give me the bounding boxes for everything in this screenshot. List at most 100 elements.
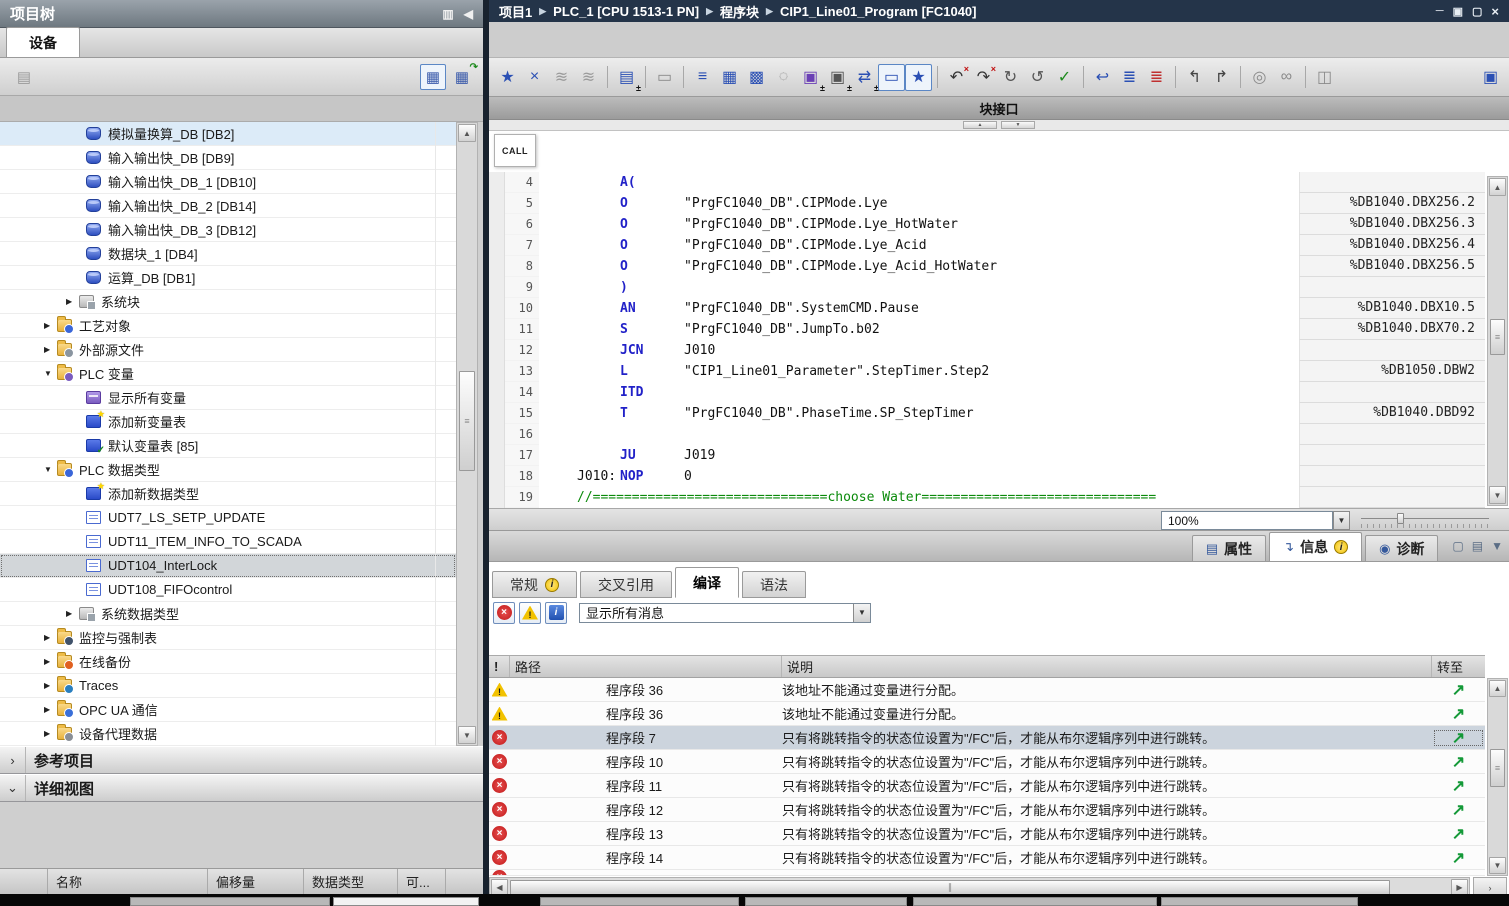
message-row[interactable]: × bbox=[489, 870, 1485, 876]
compare-icon[interactable]: ∞ bbox=[1273, 64, 1300, 91]
next-error-icon[interactable]: ↷× bbox=[970, 64, 997, 91]
code-line[interactable]: 9) bbox=[489, 277, 1485, 298]
code-line[interactable]: 14ITD bbox=[489, 382, 1485, 403]
code-line[interactable]: 6O"PrgFC1040_DB".CIPMode.Lye_HotWater%DB… bbox=[489, 214, 1485, 235]
swap-operands-icon[interactable]: ⇄± bbox=[851, 64, 878, 91]
zoom-slider-thumb[interactable] bbox=[1397, 513, 1404, 524]
editor-scrollbar[interactable]: ▲ ≡ ▼ bbox=[1487, 176, 1508, 506]
jump-forward-icon[interactable]: ↱ bbox=[1208, 64, 1235, 91]
scroll-up-icon[interactable]: ▲ bbox=[1489, 178, 1506, 196]
chevron-right-icon[interactable]: ▶ bbox=[44, 657, 57, 666]
chevron-right-icon[interactable]: ▶ bbox=[66, 297, 79, 306]
goto-arrow-icon[interactable]: ↗ bbox=[1432, 776, 1485, 796]
code-line[interactable]: 7O"PrgFC1040_DB".CIPMode.Lye_Acid%DB1040… bbox=[489, 235, 1485, 256]
message-row[interactable]: ×程序段 13只有将跳转指令的状态位设置为"/FC"后，才能从布尔逻辑序列中进行… bbox=[489, 822, 1485, 846]
code-line[interactable]: 18J010:NOP0 bbox=[489, 466, 1485, 487]
chevron-right-icon[interactable]: ▶ bbox=[44, 729, 57, 738]
details-col-name[interactable]: 名称 bbox=[48, 869, 208, 894]
breadcrumb-segment[interactable]: CIP1_Line01_Program [FC1040] bbox=[780, 4, 977, 19]
insert-block-gray-icon[interactable]: ▣± bbox=[824, 64, 851, 91]
float-panel-icon[interactable]: ▢ bbox=[1452, 539, 1463, 553]
code-line[interactable]: 19//==============================choose… bbox=[489, 487, 1485, 508]
network-overview-icon[interactable]: ≡ bbox=[689, 64, 716, 91]
comment-icon[interactable]: ◌ bbox=[770, 64, 797, 91]
message-row[interactable]: ×程序段 11只有将跳转指令的状态位设置为"/FC"后，才能从布尔逻辑序列中进行… bbox=[489, 774, 1485, 798]
reference-projects-section[interactable]: › 参考项目 bbox=[0, 746, 483, 774]
stl-code-editor[interactable]: CALL 4A(5O"PrgFC1040_DB".CIPMode.Lye%DB1… bbox=[489, 131, 1509, 508]
goto-arrow-icon[interactable]: ↗ bbox=[1432, 680, 1485, 700]
know-how-protection-icon[interactable]: ◫ bbox=[1311, 64, 1338, 91]
keep-result-icon[interactable]: ▭ bbox=[651, 64, 678, 91]
sync-block-icon[interactable]: ↺ bbox=[1024, 64, 1051, 91]
code-line[interactable]: 4A( bbox=[489, 172, 1485, 193]
table-scrollbar[interactable]: ▲ ≡ ▼ bbox=[1487, 678, 1508, 876]
tree-item[interactable]: ▶Traces bbox=[0, 674, 456, 698]
col-path[interactable]: 路径 bbox=[510, 656, 782, 677]
zoom-slider[interactable] bbox=[1361, 513, 1489, 528]
filter-errors-button[interactable]: × bbox=[493, 602, 515, 624]
block-interface-bar[interactable]: 块接口 bbox=[489, 97, 1509, 120]
chevron-right-icon[interactable]: ▶ bbox=[44, 681, 57, 690]
details-view-section[interactable]: ⌄ 详细视图 bbox=[0, 774, 483, 802]
tab-properties[interactable]: ▤ 属性 bbox=[1192, 535, 1266, 561]
monitor-on-icon[interactable]: ≣ bbox=[1116, 64, 1143, 91]
tree-item[interactable]: UDT7_LS_SETP_UPDATE bbox=[0, 506, 456, 530]
close-all-networks-icon[interactable]: ▩ bbox=[743, 64, 770, 91]
tree-item[interactable]: 运算_DB [DB1] bbox=[0, 266, 456, 290]
tree-scroll-thumb[interactable]: ≡ bbox=[459, 371, 475, 471]
tab-cross-references[interactable]: 交叉引用 bbox=[580, 571, 672, 598]
filter-info-button[interactable]: i bbox=[545, 602, 567, 624]
code-line[interactable]: 5O"PrgFC1040_DB".CIPMode.Lye%DB1040.DBX2… bbox=[489, 193, 1485, 214]
code-line[interactable]: 17JUJ019 bbox=[489, 445, 1485, 466]
chevron-down-icon[interactable]: ▼ bbox=[44, 465, 57, 474]
filter-warnings-button[interactable]: ! bbox=[519, 602, 541, 624]
chevron-right-icon[interactable]: ▶ bbox=[66, 609, 79, 618]
chevron-down-icon[interactable]: ⌄ bbox=[0, 775, 26, 801]
minimize-icon[interactable]: ─ bbox=[1436, 5, 1444, 17]
tree-item[interactable]: 输入输出快_DB_2 [DB14] bbox=[0, 194, 456, 218]
code-line[interactable]: 10AN"PrgFC1040_DB".SystemCMD.Pause%DB104… bbox=[489, 298, 1485, 319]
chevron-right-icon[interactable]: ▶ bbox=[44, 321, 57, 330]
prev-error-icon[interactable]: ↶× bbox=[943, 64, 970, 91]
close-icon[interactable]: × bbox=[1491, 4, 1499, 19]
tab-diagnostics[interactable]: ◉ 诊断 bbox=[1365, 535, 1438, 561]
goto-arrow-icon[interactable]: ↗ bbox=[1432, 704, 1485, 724]
goto-definition-icon[interactable]: ↩ bbox=[1089, 64, 1116, 91]
renumber-icon[interactable]: ≋ bbox=[548, 64, 575, 91]
tree-item[interactable]: 模拟量换算_DB [DB2] bbox=[0, 122, 456, 146]
details-col-accessible[interactable]: 可... bbox=[398, 869, 446, 894]
code-line[interactable]: 12JCNJ010 bbox=[489, 340, 1485, 361]
collapse-panel-icon[interactable]: ▼ bbox=[1491, 539, 1503, 553]
insert-network-icon[interactable]: ★ bbox=[494, 64, 521, 91]
chevron-right-icon[interactable]: › bbox=[0, 747, 26, 773]
message-row[interactable]: ×程序段 10只有将跳转指令的状态位设置为"/FC"后，才能从布尔逻辑序列中进行… bbox=[489, 750, 1485, 774]
breadcrumb-segment[interactable]: 程序块 bbox=[720, 2, 759, 21]
goto-arrow-icon[interactable]: ↗ bbox=[1432, 848, 1485, 868]
collapse-left-icon[interactable]: ◀ bbox=[464, 7, 473, 21]
chevron-right-icon[interactable]: ▶ bbox=[44, 633, 57, 642]
tab-compile[interactable]: 编译 bbox=[675, 567, 739, 598]
tab-syntax[interactable]: 语法 bbox=[742, 571, 806, 598]
favorites-icon[interactable]: ★ bbox=[905, 64, 932, 91]
splitter-down-icon[interactable]: ▼ bbox=[1001, 121, 1035, 129]
tree-item[interactable]: ▶工艺对象 bbox=[0, 314, 456, 338]
absolute-operands-icon[interactable]: ▭ bbox=[878, 64, 905, 91]
tree-item[interactable]: ▼PLC 数据类型 bbox=[0, 458, 456, 482]
zoom-select[interactable]: 100% bbox=[1161, 511, 1333, 530]
goto-arrow-icon[interactable]: ↗ bbox=[1432, 752, 1485, 772]
details-col-datatype[interactable]: 数据类型 bbox=[304, 869, 398, 894]
tree-item[interactable]: 添加新变量表 bbox=[0, 410, 456, 434]
code-line[interactable]: 16 bbox=[489, 424, 1485, 445]
col-severity[interactable]: ! bbox=[489, 656, 510, 677]
split-editor-icon[interactable]: ▣ bbox=[1477, 64, 1504, 91]
tree-item[interactable]: 添加新数据类型 bbox=[0, 482, 456, 506]
chevron-right-icon[interactable]: ▶ bbox=[44, 705, 57, 714]
delete-network-icon[interactable]: × bbox=[521, 64, 548, 91]
col-description[interactable]: 说明 bbox=[782, 656, 1432, 677]
goto-arrow-icon[interactable]: ↗ bbox=[1432, 800, 1485, 820]
tree-item[interactable]: 默认变量表 [85] bbox=[0, 434, 456, 458]
overview-icon[interactable]: ▦ bbox=[449, 64, 475, 90]
message-row[interactable]: !程序段 36该地址不能通过变量进行分配。↗ bbox=[489, 678, 1485, 702]
tree-item[interactable]: 输入输出快_DB_1 [DB10] bbox=[0, 170, 456, 194]
consistency-check-icon[interactable]: ✓ bbox=[1051, 64, 1078, 91]
